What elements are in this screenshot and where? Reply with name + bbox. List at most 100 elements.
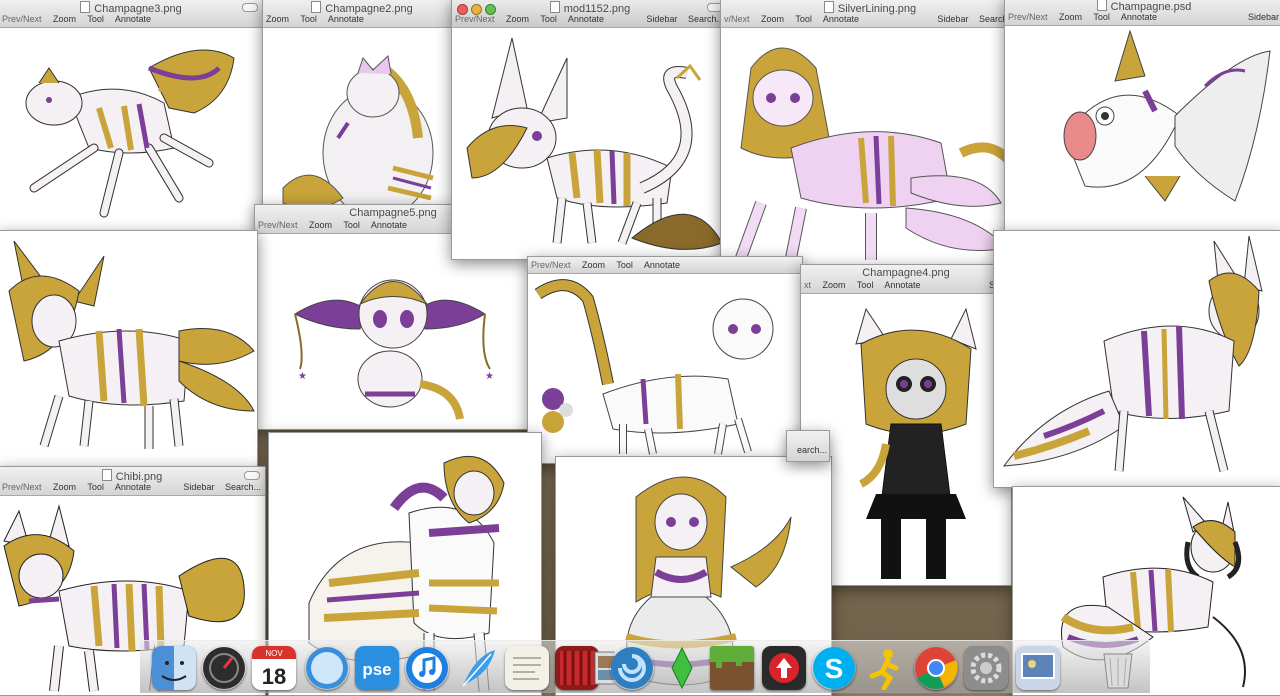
window-toolbar[interactable]: Prev/Next Zoom Tool Annotate — [528, 257, 802, 274]
sidebar-button[interactable]: Sidebar — [1248, 12, 1279, 22]
creature-artwork — [1002, 235, 1263, 473]
safari-icon[interactable] — [305, 646, 349, 690]
window-mod1152[interactable]: mod1152.png Prev/Next Zoom Tool Annotate… — [451, 0, 729, 260]
window-champagne2[interactable]: Champagne2.png Zoom Tool Annotate — [262, 0, 462, 232]
window-toolbar[interactable]: SilverLining.png v/Next Zoom Tool Annota… — [721, 0, 1019, 28]
pse-label: pse — [362, 660, 391, 679]
creature-artwork — [282, 54, 434, 219]
aim-icon[interactable] — [862, 646, 906, 690]
minecraft-icon[interactable] — [710, 646, 754, 690]
window-lynx-creature[interactable] — [0, 230, 258, 468]
image-canvas — [994, 231, 1280, 487]
prev-next-button[interactable]: Prev/Next — [531, 260, 571, 270]
window-title: Champagne2.png — [263, 1, 461, 15]
window-toolbar[interactable]: Champagne4.png xt Zoom Tool Annotate Sid… — [801, 265, 1011, 294]
annotate-button[interactable]: Annotate — [328, 14, 364, 24]
feather-icon[interactable] — [455, 646, 499, 690]
photoshop-elements-icon[interactable]: pse — [355, 646, 399, 690]
tool-button[interactable]: Tool — [87, 482, 104, 492]
image-canvas — [1005, 26, 1280, 233]
image-canvas — [801, 294, 1011, 585]
window-title: Chibi.png — [0, 469, 265, 483]
annotate-button[interactable]: Annotate — [884, 280, 920, 290]
window-unicorn-cat[interactable]: Prev/Next Zoom Tool Annotate — [527, 256, 803, 464]
tool-button[interactable]: Tool — [795, 14, 812, 24]
prev-next-button[interactable]: Prev/Next — [2, 14, 42, 24]
calendar-icon[interactable]: NOV 18 — [252, 646, 296, 690]
toolbar-toggle-button[interactable] — [242, 3, 258, 12]
window-toolbar[interactable]: Champagne3.png Prev/Next Zoom Tool Annot… — [0, 0, 263, 28]
toolbar-toggle-button[interactable] — [244, 471, 260, 480]
zoom-button[interactable]: Zoom — [266, 14, 289, 24]
zoom-button[interactable]: Zoom — [1059, 12, 1082, 22]
zoom-button[interactable]: Zoom — [506, 14, 529, 24]
prev-next-button[interactable]: Prev/Next — [455, 14, 495, 24]
image-canvas — [0, 28, 263, 231]
window-toolbar[interactable]: Champagne.psd Prev/Next Zoom Tool Annota… — [1005, 0, 1280, 26]
zoom-button[interactable]: Zoom — [53, 482, 76, 492]
annotate-button[interactable]: Annotate — [644, 260, 680, 270]
prev-next-button[interactable]: Prev/Next — [1008, 12, 1048, 22]
system-preferences-icon[interactable] — [964, 646, 1008, 690]
image-canvas — [721, 28, 1019, 269]
finder-icon[interactable] — [152, 646, 196, 690]
annotate-button[interactable]: Annotate — [371, 220, 407, 230]
tool-button[interactable]: Tool — [87, 14, 104, 24]
prev-next-button[interactable]: xt — [804, 280, 811, 290]
tool-button[interactable]: Tool — [857, 280, 874, 290]
search-field[interactable]: Search... — [225, 482, 261, 492]
sidebar-button[interactable]: Sidebar — [183, 482, 214, 492]
window-champagne-psd[interactable]: Champagne.psd Prev/Next Zoom Tool Annota… — [1004, 0, 1280, 234]
trash-icon[interactable] — [1096, 646, 1140, 690]
zoom-button[interactable]: Zoom — [761, 14, 784, 24]
svg-text:★: ★ — [298, 371, 307, 382]
document-icon — [101, 469, 112, 481]
tool-button[interactable]: Tool — [300, 14, 317, 24]
sidebar-button[interactable]: Sidebar — [937, 14, 968, 24]
image-canvas — [0, 231, 257, 467]
zoom-button[interactable]: Zoom — [582, 260, 605, 270]
window-title: Champagne4.png — [862, 267, 950, 279]
iphoto-icon[interactable] — [1016, 646, 1060, 690]
window-title: SilverLining.png — [721, 1, 1019, 15]
tool-button[interactable]: Tool — [616, 260, 633, 270]
upload-icon[interactable] — [762, 646, 806, 690]
dashboard-icon[interactable] — [202, 646, 246, 690]
zoom-button[interactable]: Zoom — [823, 280, 846, 290]
prev-next-button[interactable]: v/Next — [724, 14, 750, 24]
chrome-icon[interactable] — [914, 646, 958, 690]
annotate-button[interactable]: Annotate — [115, 14, 151, 24]
tool-button[interactable]: Tool — [1093, 12, 1110, 22]
sims-icon[interactable] — [660, 646, 704, 690]
annotate-button[interactable]: Annotate — [1121, 12, 1157, 22]
spiral-icon[interactable] — [610, 646, 654, 690]
window-title: Champagne3.png — [0, 1, 263, 15]
annotate-button[interactable]: Annotate — [115, 482, 151, 492]
window-toolbar[interactable]: mod1152.png Prev/Next Zoom Tool Annotate… — [452, 0, 728, 28]
window-partial[interactable]: earch... — [786, 430, 830, 462]
window-champagne3[interactable]: Champagne3.png Prev/Next Zoom Tool Annot… — [0, 0, 264, 232]
zoom-button[interactable]: Zoom — [309, 220, 332, 230]
annotate-button[interactable]: Annotate — [568, 14, 604, 24]
calendar-month: NOV — [265, 649, 283, 658]
itunes-icon[interactable] — [405, 646, 449, 690]
annotate-button[interactable]: Annotate — [823, 14, 859, 24]
creature-artwork — [466, 37, 723, 250]
tool-button[interactable]: Tool — [343, 220, 360, 230]
sidebar-button[interactable]: Sidebar — [646, 14, 677, 24]
search-field[interactable]: earch... — [797, 445, 827, 455]
textedit-icon[interactable] — [505, 646, 549, 690]
window-toolbar[interactable]: Chibi.png Prev/Next Zoom Tool Annotate S… — [0, 467, 265, 496]
document-icon — [823, 1, 834, 13]
window-fox-creature[interactable] — [993, 230, 1280, 488]
window-silverlining[interactable]: SilverLining.png v/Next Zoom Tool Annota… — [720, 0, 1020, 270]
prev-next-button[interactable]: Prev/Next — [258, 220, 298, 230]
skype-icon[interactable]: S — [812, 646, 856, 690]
prev-next-button[interactable]: Prev/Next — [2, 482, 42, 492]
window-toolbar[interactable]: Champagne2.png Zoom Tool Annotate — [263, 0, 461, 28]
tool-button[interactable]: Tool — [540, 14, 557, 24]
search-field[interactable]: Search... — [688, 14, 724, 24]
window-toolbar[interactable]: earch... — [787, 431, 829, 461]
zoom-button[interactable]: Zoom — [53, 14, 76, 24]
image-canvas — [263, 28, 461, 231]
